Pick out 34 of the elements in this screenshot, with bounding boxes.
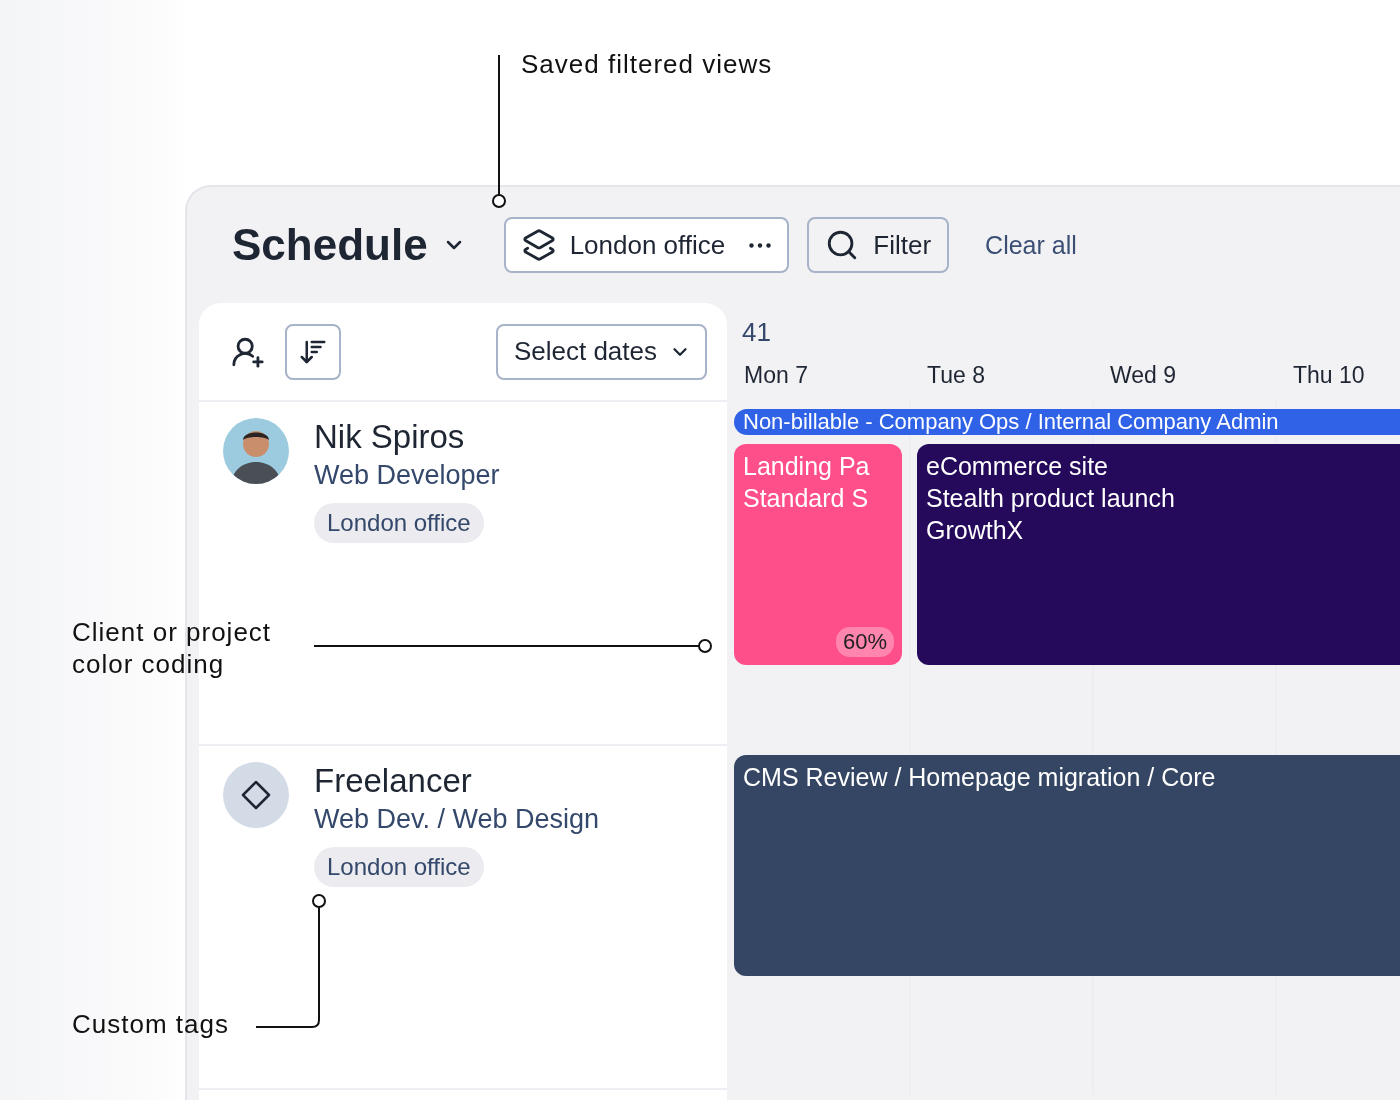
event-block[interactable]: eCommerce site Stealth product launch GrowthX	[917, 444, 1400, 665]
saved-view-button[interactable]: London office	[503, 217, 790, 273]
annotation-text: Custom tags	[72, 1008, 229, 1040]
date-select[interactable]: Select dates	[495, 323, 707, 380]
person-name: Freelancer	[314, 762, 472, 800]
more-icon[interactable]	[749, 242, 772, 248]
event-title: CMS Review / Homepage migration / Core	[743, 762, 1216, 793]
event-title: eCommerce site	[926, 451, 1108, 482]
person-role: Web Dev. / Web Design	[314, 804, 600, 835]
day-label: Wed 9	[1109, 362, 1177, 389]
event-title: Standard S	[743, 483, 869, 514]
tag: London office	[314, 847, 484, 887]
percent-badge: 60%	[835, 627, 894, 657]
schedule-title[interactable]: Schedule	[232, 220, 466, 270]
event-block[interactable]: CMS Review / Homepage migration / Core	[734, 755, 1400, 976]
filter-button[interactable]: Filter	[807, 217, 950, 273]
person-role: Web Developer	[314, 460, 500, 491]
event-title: Stealth product launch	[926, 483, 1175, 514]
annotation-text: Client or project color coding	[72, 616, 272, 680]
clear-all-button[interactable]: Clear all	[985, 230, 1077, 260]
event-title: Landing Pa	[743, 451, 870, 482]
diamond-icon	[241, 780, 271, 810]
week-number: 41	[742, 317, 771, 348]
person-name: Nik Spiros	[314, 418, 465, 456]
layers-icon	[521, 228, 556, 262]
day-label: Thu 10	[1292, 362, 1365, 389]
day-label: Mon 7	[743, 362, 808, 389]
event-title: GrowthX	[926, 515, 1024, 546]
day-label: Tue 8	[926, 362, 985, 389]
event-block[interactable]: Landing Pa Standard S 60%	[734, 444, 902, 665]
sort-button[interactable]	[285, 323, 341, 380]
annotation-text: Saved filtered views	[521, 48, 773, 80]
tag: London office	[314, 503, 484, 543]
event-bar[interactable]: Non-billable - Company Ops / Internal Company Admin	[734, 409, 1400, 435]
